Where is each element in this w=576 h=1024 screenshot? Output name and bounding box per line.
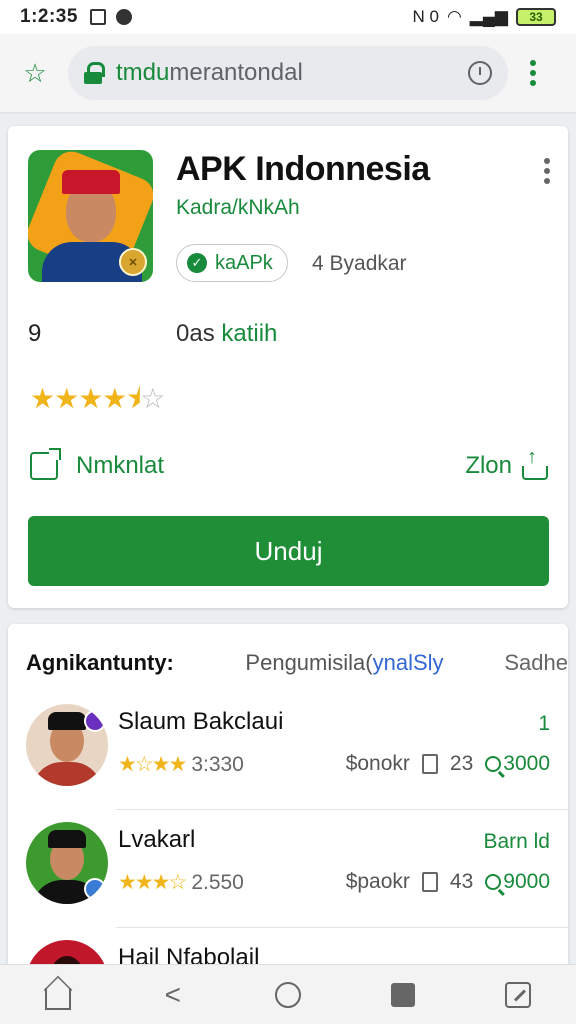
battery-icon: 33 bbox=[516, 8, 556, 26]
square-recents-icon[interactable] bbox=[383, 975, 423, 1015]
verified-label: kaAPk bbox=[215, 251, 273, 274]
check-icon: ✓ bbox=[187, 253, 207, 273]
stat-mid-green: katiih bbox=[221, 320, 278, 347]
status-right: N 0 ◠ ▂▄▆ 33 bbox=[412, 7, 556, 27]
notification-dot-icon bbox=[115, 9, 132, 25]
badge-icon bbox=[84, 878, 106, 900]
list-item-value: 9000 bbox=[503, 870, 550, 893]
list-item-name: Slaum Bakclaui bbox=[118, 708, 284, 735]
share-button-left[interactable]: Nmknlat bbox=[30, 448, 165, 480]
share-square-icon bbox=[30, 448, 61, 480]
edit-icon[interactable] bbox=[498, 975, 538, 1015]
list-item-count: 23 bbox=[449, 752, 474, 775]
list-item-name: Lvakarl bbox=[118, 826, 196, 853]
app-card: ✕ APK Indonnesia Kadra/kNkAh ✓ kaAPk 4 B… bbox=[8, 126, 568, 608]
download-icon bbox=[421, 872, 438, 892]
home-star-icon[interactable]: ☆ bbox=[16, 54, 54, 92]
related-apps-card: Agnikantunty: Pengumisila(ynalSly Sadhe … bbox=[8, 624, 568, 974]
card-menu-icon[interactable] bbox=[544, 158, 550, 184]
list-header-tab-prefix: Pengumisila( bbox=[245, 650, 373, 675]
address-bar[interactable]: tmdumerantondal bbox=[68, 46, 508, 100]
rating-stars: ★★★★⯨☆ bbox=[30, 383, 165, 414]
install-count: 4 Byadkar bbox=[312, 252, 407, 275]
status-right-text: N 0 bbox=[412, 7, 439, 26]
list-item[interactable]: Slaum Bakclaui ★☆★★ 3:330 1 $onokr 23 30… bbox=[8, 692, 568, 810]
list-item-rating-text: 2.550 bbox=[191, 870, 244, 894]
list-header-right[interactable]: Sadhe bbox=[504, 650, 568, 676]
history-clock-icon[interactable] bbox=[468, 61, 492, 85]
verified-chip[interactable]: ✓ kaAPk bbox=[176, 244, 288, 282]
list-item[interactable]: Lvakarl ★★★☆ 2.550 Barn ld $paokr 43 900… bbox=[8, 810, 568, 928]
search-icon bbox=[485, 874, 502, 891]
signal-icon: ▂▄▆ bbox=[469, 7, 508, 26]
url-text[interactable]: tmdumerantondal bbox=[116, 59, 468, 87]
list-item-meta: $paokr 43 9000 bbox=[346, 870, 550, 894]
download-icon bbox=[421, 754, 438, 774]
list-header-tab-blue: ynalSly bbox=[372, 650, 444, 675]
notification-icons bbox=[89, 9, 132, 25]
download-button[interactable]: Unduj bbox=[28, 516, 549, 586]
upload-icon bbox=[522, 446, 548, 480]
list-item-rating: ★☆★★ 3:330 bbox=[118, 752, 244, 777]
list-item-meta: $onokr 23 3000 bbox=[346, 752, 550, 776]
share-right-label: Zlon bbox=[465, 452, 512, 479]
list-item-stars: ★☆★★ bbox=[118, 753, 187, 776]
stat-mid-prefix: 0as bbox=[176, 320, 215, 347]
list-header-tab[interactable]: Pengumisila(ynalSly bbox=[245, 650, 504, 676]
list-item-rating: ★★★☆ 2.550 bbox=[118, 870, 244, 895]
developer-link[interactable]: Kadra/kNkAh bbox=[176, 196, 300, 220]
lock-icon bbox=[84, 62, 105, 84]
share-left-label: Nmknlat bbox=[76, 452, 165, 479]
list-item-price: $paokr bbox=[345, 870, 410, 893]
status-bar: 1:2:35 N 0 ◠ ▂▄▆ 33 bbox=[0, 0, 576, 34]
search-icon bbox=[485, 756, 502, 773]
list-item-rating-text: 3:330 bbox=[191, 752, 244, 776]
list-item-count: 43 bbox=[449, 870, 474, 893]
gallery-icon bbox=[89, 9, 106, 25]
circle-home-icon[interactable] bbox=[268, 975, 308, 1015]
emblem-icon: ✕ bbox=[119, 248, 147, 276]
stat-left: 9 bbox=[28, 320, 42, 347]
back-icon[interactable]: < bbox=[153, 975, 193, 1015]
app-icon: ✕ bbox=[28, 150, 153, 282]
list-item-right-top: Barn ld bbox=[483, 830, 550, 853]
list-item-stars: ★★★☆ bbox=[118, 871, 187, 894]
home-icon[interactable] bbox=[38, 975, 78, 1015]
browser-menu-icon[interactable] bbox=[528, 60, 538, 86]
stat-mid: 0as katiih bbox=[176, 320, 277, 348]
navigation-bar: < bbox=[0, 964, 576, 1024]
list-header: Agnikantunty: Pengumisila(ynalSly Sadhe bbox=[26, 648, 568, 678]
list-item-price: $onokr bbox=[345, 752, 410, 775]
badge-icon bbox=[84, 710, 106, 732]
avatar bbox=[26, 822, 108, 904]
share-button-right[interactable]: Zlon bbox=[465, 446, 548, 480]
avatar bbox=[26, 704, 108, 786]
browser-toolbar: ☆ tmdumerantondal bbox=[0, 34, 576, 112]
clock-time: 1:2:35 bbox=[20, 6, 78, 27]
list-item-right-top: 1 bbox=[538, 712, 550, 735]
app-title: APK Indonnesia bbox=[176, 150, 430, 188]
list-header-title: Agnikantunty: bbox=[26, 650, 174, 675]
url-path: merantondal bbox=[169, 59, 303, 86]
url-host: tmdu bbox=[116, 59, 170, 86]
list-item-value: 3000 bbox=[503, 752, 550, 775]
wifi-icon: ◠ bbox=[446, 7, 462, 26]
